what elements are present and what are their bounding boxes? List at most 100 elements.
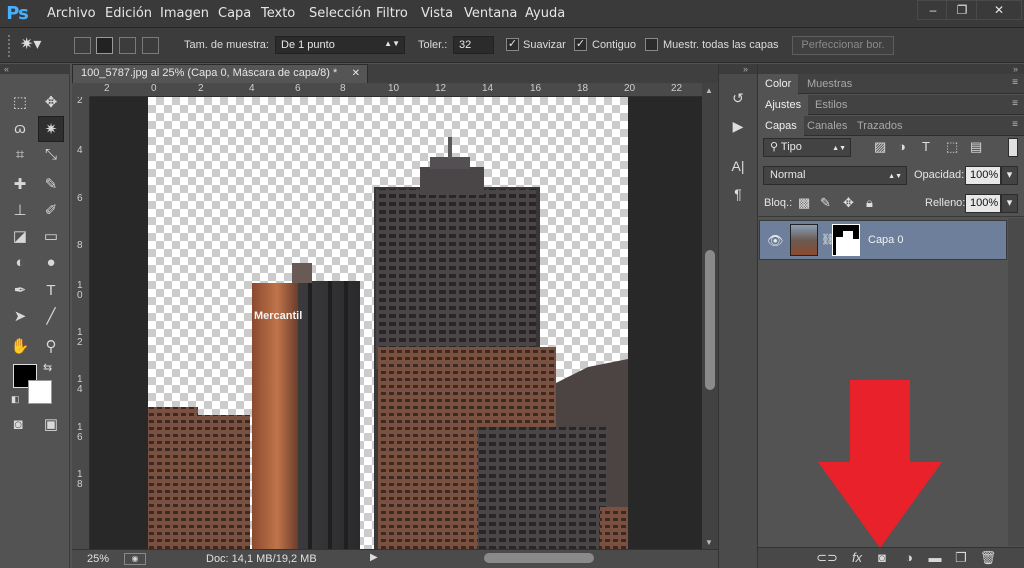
panel-menu-icon[interactable]: ≡ (1012, 119, 1018, 130)
menu-vista[interactable]: Vista (421, 6, 453, 21)
dodge-icon[interactable]: ● (38, 250, 64, 276)
add-to-selection-icon[interactable] (96, 37, 113, 54)
status-preview-icon[interactable]: ◉ (124, 553, 146, 565)
type-tool-icon[interactable]: T (38, 278, 64, 304)
actions-panel-icon[interactable]: ▶ (725, 114, 751, 138)
link-layers-icon[interactable]: ⊂⊃ (816, 550, 838, 566)
zoom-level[interactable]: 25% (87, 553, 109, 565)
paragraph-panel-icon[interactable]: ¶ (725, 182, 751, 206)
layer-name[interactable]: Capa 0 (868, 234, 903, 246)
layer-mask-thumbnail[interactable] (832, 224, 860, 256)
magic-wand-preset-icon[interactable]: ✷▾ (20, 34, 54, 56)
panel-menu-icon[interactable]: ≡ (1012, 77, 1018, 88)
healing-brush-icon[interactable]: ✚ (7, 172, 33, 198)
tab-capas[interactable]: Capas (758, 116, 804, 136)
filter-adjustment-icon[interactable]: ◑ (898, 139, 906, 154)
lasso-icon[interactable]: ɷ (7, 116, 33, 142)
line-tool-icon[interactable]: ╱ (38, 304, 64, 330)
layer-thumbnail[interactable] (790, 224, 818, 256)
opacity-dropdown[interactable]: ▾ (1001, 166, 1018, 185)
close-doc-icon[interactable]: ✕ (352, 65, 360, 82)
lock-all-icon[interactable]: 🔒︎ (866, 195, 873, 211)
collapse-toolbar-icon[interactable]: « (0, 64, 70, 74)
default-colors-icon[interactable]: ◧ (11, 394, 20, 405)
tab-trazados[interactable]: Trazados (850, 116, 909, 136)
contiguous-checkbox[interactable]: ✓ (574, 38, 587, 51)
history-brush-icon[interactable]: ✐ (38, 198, 64, 224)
menu-archivo[interactable]: Archivo (47, 6, 96, 21)
collapse-dock-icon[interactable]: » (758, 64, 1024, 74)
tab-canales[interactable]: Canales (800, 116, 854, 136)
scroll-up-icon[interactable]: ▲ (705, 86, 713, 95)
sample-all-layers-checkbox[interactable] (645, 38, 658, 51)
gradient-icon[interactable]: ▭ (38, 224, 64, 250)
add-layer-mask-icon[interactable]: ◙ (871, 550, 893, 566)
intersect-selection-icon[interactable] (142, 37, 159, 54)
delete-layer-trash-icon[interactable]: 🗑︎ (977, 550, 999, 566)
pen-icon[interactable]: ✒ (7, 278, 33, 304)
horizontal-scroll-thumb[interactable] (484, 553, 594, 563)
menu-ventana[interactable]: Ventana (464, 6, 517, 21)
background-color-swatch[interactable] (28, 380, 52, 404)
filter-pixel-icon[interactable]: ▨ (874, 139, 886, 155)
layer-row-capa-0[interactable]: 👁︎ ⛓ Capa 0 (759, 220, 1007, 260)
tab-muestras[interactable]: Muestras (800, 74, 859, 94)
filter-type-icon[interactable]: T (922, 139, 930, 154)
path-select-icon[interactable]: ➤ (7, 304, 33, 330)
eye-visibility-icon[interactable]: 👁︎ (767, 233, 784, 249)
blur-icon[interactable]: ◐ (7, 250, 33, 276)
scroll-down-icon[interactable]: ▼ (705, 538, 713, 547)
adjustment-layer-icon[interactable]: ◑ (898, 550, 920, 566)
vertical-scroll-thumb[interactable] (705, 250, 715, 390)
eyedropper-icon[interactable]: ⤡ (38, 142, 64, 168)
rect-marquee-icon[interactable]: ⬚ (7, 90, 33, 116)
minimize-button[interactable]: – (917, 0, 949, 20)
menu-texto[interactable]: Texto (261, 6, 295, 21)
crop-icon[interactable]: ⌗ (7, 142, 33, 168)
layer-filter-select[interactable]: ⚲ Tipo ▲▼ (763, 138, 851, 157)
menu-capa[interactable]: Capa (218, 6, 251, 21)
opacity-input[interactable]: 100% (965, 166, 1001, 185)
new-layer-icon[interactable]: ❐ (950, 550, 972, 566)
lock-paint-icon[interactable]: ✎ (820, 195, 831, 211)
refine-edge-button[interactable]: Perfeccionar bor. (792, 36, 894, 55)
screen-mode-icon[interactable]: ▣ (38, 412, 64, 438)
quick-mask-icon[interactable]: ◙ (5, 412, 31, 438)
lock-transparency-icon[interactable]: ▩ (798, 195, 810, 211)
panel-menu-icon[interactable]: ≡ (1012, 98, 1018, 109)
tolerance-input[interactable]: 32 (453, 36, 494, 54)
tab-ajustes[interactable]: Ajustes (758, 95, 809, 115)
brush-icon[interactable]: ✎ (38, 172, 64, 198)
menu-ayuda[interactable]: Ayuda (525, 6, 565, 21)
move-tool-icon[interactable]: ✥ (38, 90, 64, 116)
character-panel-icon[interactable]: A| (725, 154, 751, 178)
document-tab[interactable]: 100_5787.jpg al 25% (Capa 0, Máscara de … (72, 64, 368, 83)
lock-position-icon[interactable]: ✥ (843, 195, 854, 211)
sample-size-select[interactable]: De 1 punto ▲▼ (275, 36, 405, 54)
restore-button[interactable]: ❐ (946, 0, 978, 20)
filter-toggle[interactable] (1008, 138, 1018, 157)
layers-scrollbar[interactable] (1008, 218, 1024, 546)
fill-input[interactable]: 100% (965, 194, 1001, 213)
status-menu-arrow-icon[interactable]: ▶ (370, 552, 378, 563)
magic-wand-icon[interactable]: ✷ (38, 116, 64, 142)
menu-imagen[interactable]: Imagen (160, 6, 209, 21)
subtract-selection-icon[interactable] (119, 37, 136, 54)
expand-panels-icon[interactable]: » (719, 64, 757, 74)
fill-dropdown[interactable]: ▾ (1001, 194, 1018, 213)
filter-smart-object-icon[interactable]: ▤ (970, 139, 982, 155)
zoom-icon[interactable]: ⚲ (38, 334, 64, 360)
menu-edicion[interactable]: Edición (105, 6, 152, 21)
document-canvas[interactable]: Mercantil (148, 97, 628, 549)
swap-colors-icon[interactable]: ⇆ (43, 361, 52, 374)
blend-mode-select[interactable]: Normal ▲▼ (763, 166, 907, 185)
hand-icon[interactable]: ✋ (7, 334, 33, 360)
filter-shape-icon[interactable]: ⬚ (946, 139, 958, 155)
clone-stamp-icon[interactable]: ⊥ (7, 198, 33, 224)
eraser-icon[interactable]: ◪ (7, 224, 33, 250)
grip-handle[interactable] (8, 35, 14, 57)
layer-style-fx-icon[interactable]: fx (846, 550, 868, 566)
history-panel-icon[interactable]: ↺ (725, 86, 751, 110)
menu-filtro[interactable]: Filtro (376, 6, 408, 21)
close-button[interactable]: ✕ (976, 0, 1022, 20)
